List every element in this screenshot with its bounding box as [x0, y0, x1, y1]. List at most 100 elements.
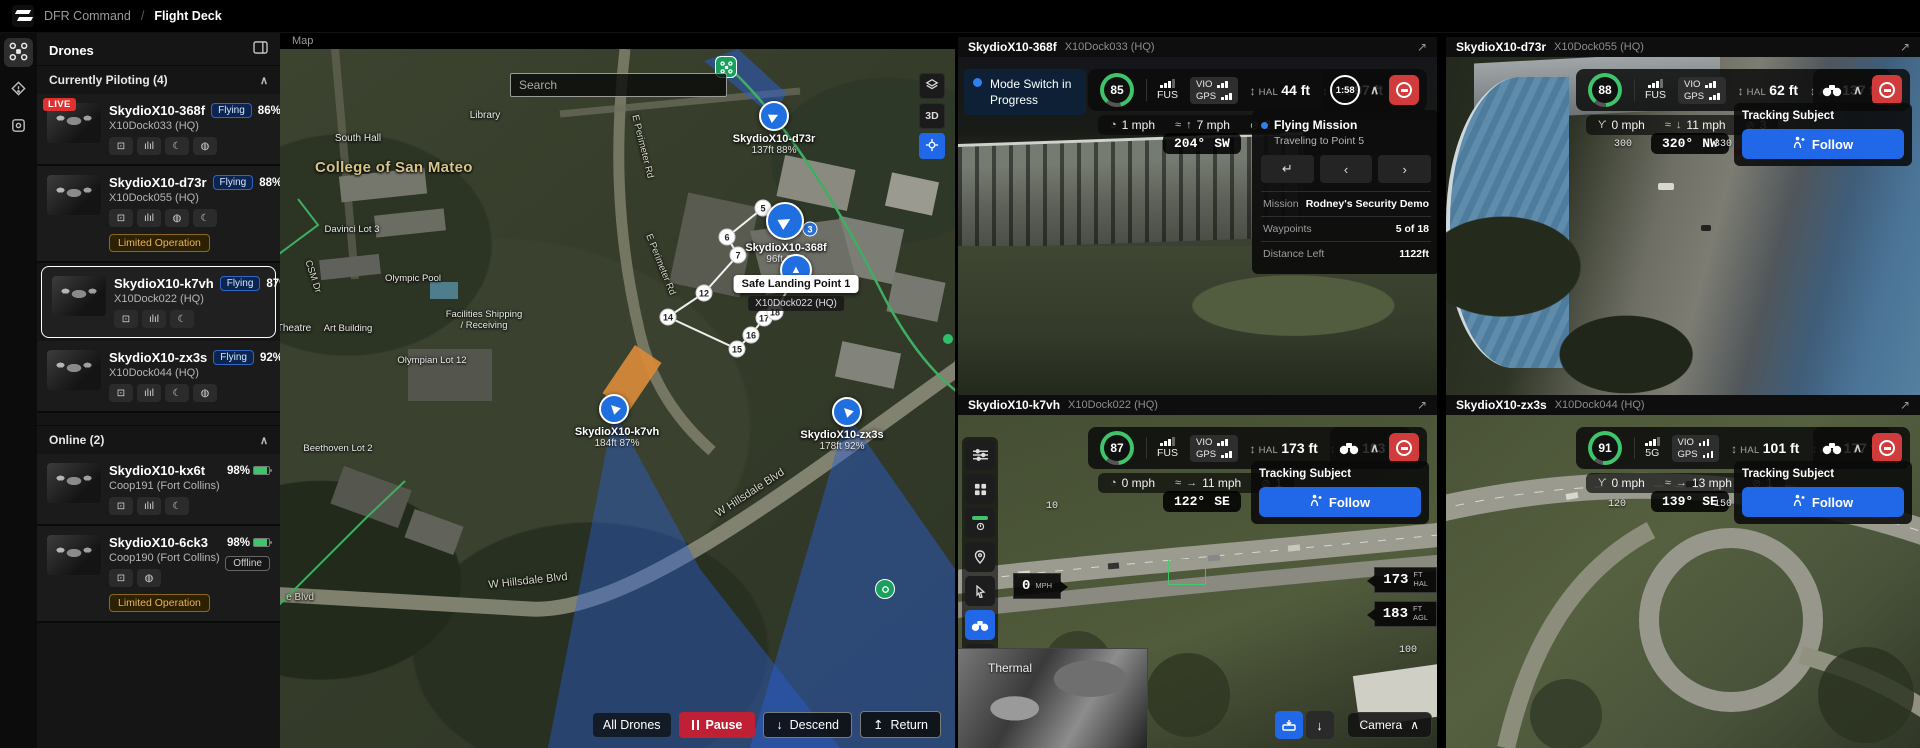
emergency-stop-button[interactable]: [1389, 433, 1419, 463]
drone-card-d73r[interactable]: SkydioX10-d73r Flying 88% X10Dock055 (HQ…: [37, 166, 280, 263]
waypoint-12[interactable]: 12: [695, 284, 713, 302]
grid-view-button[interactable]: [965, 474, 995, 504]
compass-heading[interactable]: 122° SE: [1163, 491, 1241, 512]
binoculars-icon[interactable]: [1821, 441, 1843, 455]
offline-badge: Offline: [225, 556, 270, 571]
video-feed-k7vh[interactable]: ☾ 87 FUS VIO GPS ↕ HAL173 ft ↕ AG: [958, 415, 1437, 748]
info-dot-icon: [973, 78, 982, 87]
camera-settings-button[interactable]: [965, 440, 995, 470]
follow-button[interactable]: Follow: [1742, 487, 1904, 517]
rabbit-icon: ϒ: [1598, 119, 1607, 131]
dock-marker-secondary[interactable]: [875, 579, 895, 599]
section-currently-piloting[interactable]: Currently Piloting (4) ∧: [37, 65, 280, 94]
binoculars-icon[interactable]: [1338, 441, 1360, 455]
drone-battery-status-button[interactable]: [965, 508, 995, 538]
emergency-stop-button[interactable]: [1872, 433, 1902, 463]
feed-title: SkydioX10-zx3s: [1456, 398, 1547, 412]
rail-docks-button[interactable]: [4, 112, 33, 141]
waypoint-badge-3[interactable]: 3: [802, 221, 818, 237]
panel-collapse-icon[interactable]: [253, 41, 268, 59]
night-mode-icon: ☾: [170, 310, 194, 328]
collapse-telemetry-button[interactable]: ∧: [1853, 83, 1862, 97]
return-button[interactable]: ↥ Return: [859, 711, 941, 738]
expand-icon[interactable]: ↗: [1417, 40, 1427, 54]
drone-card-6ck3[interactable]: SkydioX10-6ck3 98% Offline Coop190 (Fort…: [37, 526, 280, 623]
video-feed-d73r[interactable]: 88 FUS VIO GPS ↕ HAL62 ft ↕ AGL137 ft: [1446, 57, 1920, 395]
cursor-select-button[interactable]: [965, 576, 995, 606]
map-search-input[interactable]: [510, 73, 727, 97]
video-feed-368f[interactable]: Mode Switch in Progress 85 FUS VIO GPS ↕ …: [958, 57, 1437, 395]
dock-label: X10Dock033 (HQ): [109, 120, 199, 132]
waypoint-16[interactable]: 16: [742, 326, 760, 344]
drone-thumbnail: [47, 175, 101, 215]
radio-link-indicator: FUS: [1146, 79, 1178, 101]
expand-icon[interactable]: ↗: [1900, 398, 1910, 412]
map-drone-marker-368f[interactable]: ▶: [766, 202, 804, 240]
camera-menu-button[interactable]: Camera ∧: [1346, 712, 1432, 738]
land-button[interactable]: ↓: [1305, 711, 1334, 739]
return-to-dock-button[interactable]: [1274, 711, 1303, 739]
ground-speed: ◔ 1 mph: [1110, 118, 1156, 132]
expand-icon[interactable]: ↗: [1417, 398, 1427, 412]
binoculars-icon[interactable]: [1821, 83, 1843, 97]
feed-panel-zx3s: SkydioX10-zx3s X10Dock044 (HQ) ↗ 91 5G V…: [1446, 395, 1920, 748]
nav-mode-chip: VIO GPS: [1678, 76, 1726, 104]
rail-alerts-button[interactable]: [4, 75, 33, 104]
drone-card-k7vh[interactable]: SkydioX10-k7vh Flying 87% X10Dock022 (HQ…: [41, 266, 280, 338]
map-drone-marker-d73r[interactable]: ▶: [759, 101, 789, 131]
map-locate-button[interactable]: [919, 133, 945, 159]
mission-next-button[interactable]: ›: [1378, 155, 1432, 183]
drone-heading-icon: ▶: [766, 107, 782, 125]
compass-scale-left: 300: [1614, 139, 1633, 150]
rail-drones-button[interactable]: [4, 38, 33, 67]
emergency-stop-button[interactable]: [1872, 75, 1902, 105]
nav-mode-chip: VIO GPS: [1671, 434, 1720, 462]
gauge-icon: ◔: [1110, 119, 1117, 131]
subject-track-button[interactable]: [965, 610, 995, 640]
waypoint-7[interactable]: 7: [729, 246, 747, 264]
mission-return-button[interactable]: ↵: [1261, 155, 1314, 183]
night-mode-icon: ☾: [165, 497, 189, 515]
collapse-telemetry-button[interactable]: ∧: [1853, 441, 1862, 455]
stream-icon: ◍: [137, 569, 161, 587]
drone-card-kx6t[interactable]: SkydioX10-kx6t 98% Coop191 (Fort Collins…: [37, 454, 280, 526]
map-3d-button[interactable]: 3D: [919, 103, 945, 129]
breadcrumb-app[interactable]: DFR Command: [44, 9, 131, 23]
dock-label: X10Dock044 (HQ): [109, 367, 199, 379]
expand-icon[interactable]: ↗: [1900, 40, 1910, 54]
collapse-telemetry-button[interactable]: ∧: [1370, 441, 1379, 455]
gps-bars-icon: [1702, 450, 1714, 458]
follow-person-icon: [1310, 494, 1322, 510]
waypoint-pin-button[interactable]: [965, 542, 995, 572]
follow-button[interactable]: Follow: [1259, 487, 1421, 517]
map-canvas[interactable]: College of San Mateo South Hall Library …: [280, 49, 955, 748]
pause-button[interactable]: Pause: [678, 711, 756, 738]
thermal-pip[interactable]: Thermal: [958, 648, 1148, 748]
waypoint-15[interactable]: 15: [728, 340, 746, 358]
waypoint-14[interactable]: 14: [659, 308, 677, 326]
video-feed-zx3s[interactable]: 91 5G VIO GPS ↕ HAL101 ft ↕ AGL177 ft: [1446, 415, 1920, 748]
stop-icon: [1396, 440, 1412, 456]
feed-grid: SkydioX10-368f X10Dock033 (HQ) ↗ Mode Sw…: [958, 33, 1920, 748]
signal-icon: ılıl: [137, 137, 161, 155]
collapse-telemetry-button[interactable]: ∧: [1370, 83, 1379, 97]
drone-heading-icon: ▶: [775, 211, 795, 232]
mission-prev-button[interactable]: ‹: [1319, 155, 1373, 183]
map-drone-marker-k7vh[interactable]: ▶: [599, 394, 629, 424]
ground-speed: ◔ 0 mph: [1110, 476, 1156, 490]
waypoint-6[interactable]: 6: [718, 228, 736, 246]
all-drones-selector[interactable]: All Drones: [592, 712, 671, 737]
drone-card-zx3s[interactable]: SkydioX10-zx3s Flying 92% X10Dock044 (HQ…: [37, 341, 280, 413]
map-drone-marker-zx3s[interactable]: ▶: [832, 397, 862, 427]
ground-speed: ϒ0 mph: [1598, 118, 1645, 132]
compass-heading[interactable]: 204° SW: [1163, 133, 1241, 154]
drone-card-368f[interactable]: LIVE SkydioX10-368f Flying 86% X10Dock03…: [37, 94, 280, 166]
mode-switch-toast: Mode Switch in Progress: [964, 69, 1086, 116]
gauge-icon: ◔: [1110, 477, 1117, 489]
map-layers-button[interactable]: [919, 73, 945, 99]
descend-button[interactable]: ↓ Descend: [763, 711, 852, 738]
section-online[interactable]: Online (2) ∧: [37, 425, 280, 454]
follow-button[interactable]: Follow: [1742, 129, 1904, 159]
chevron-up-icon: ∧: [259, 434, 268, 447]
emergency-stop-button[interactable]: [1389, 75, 1419, 105]
